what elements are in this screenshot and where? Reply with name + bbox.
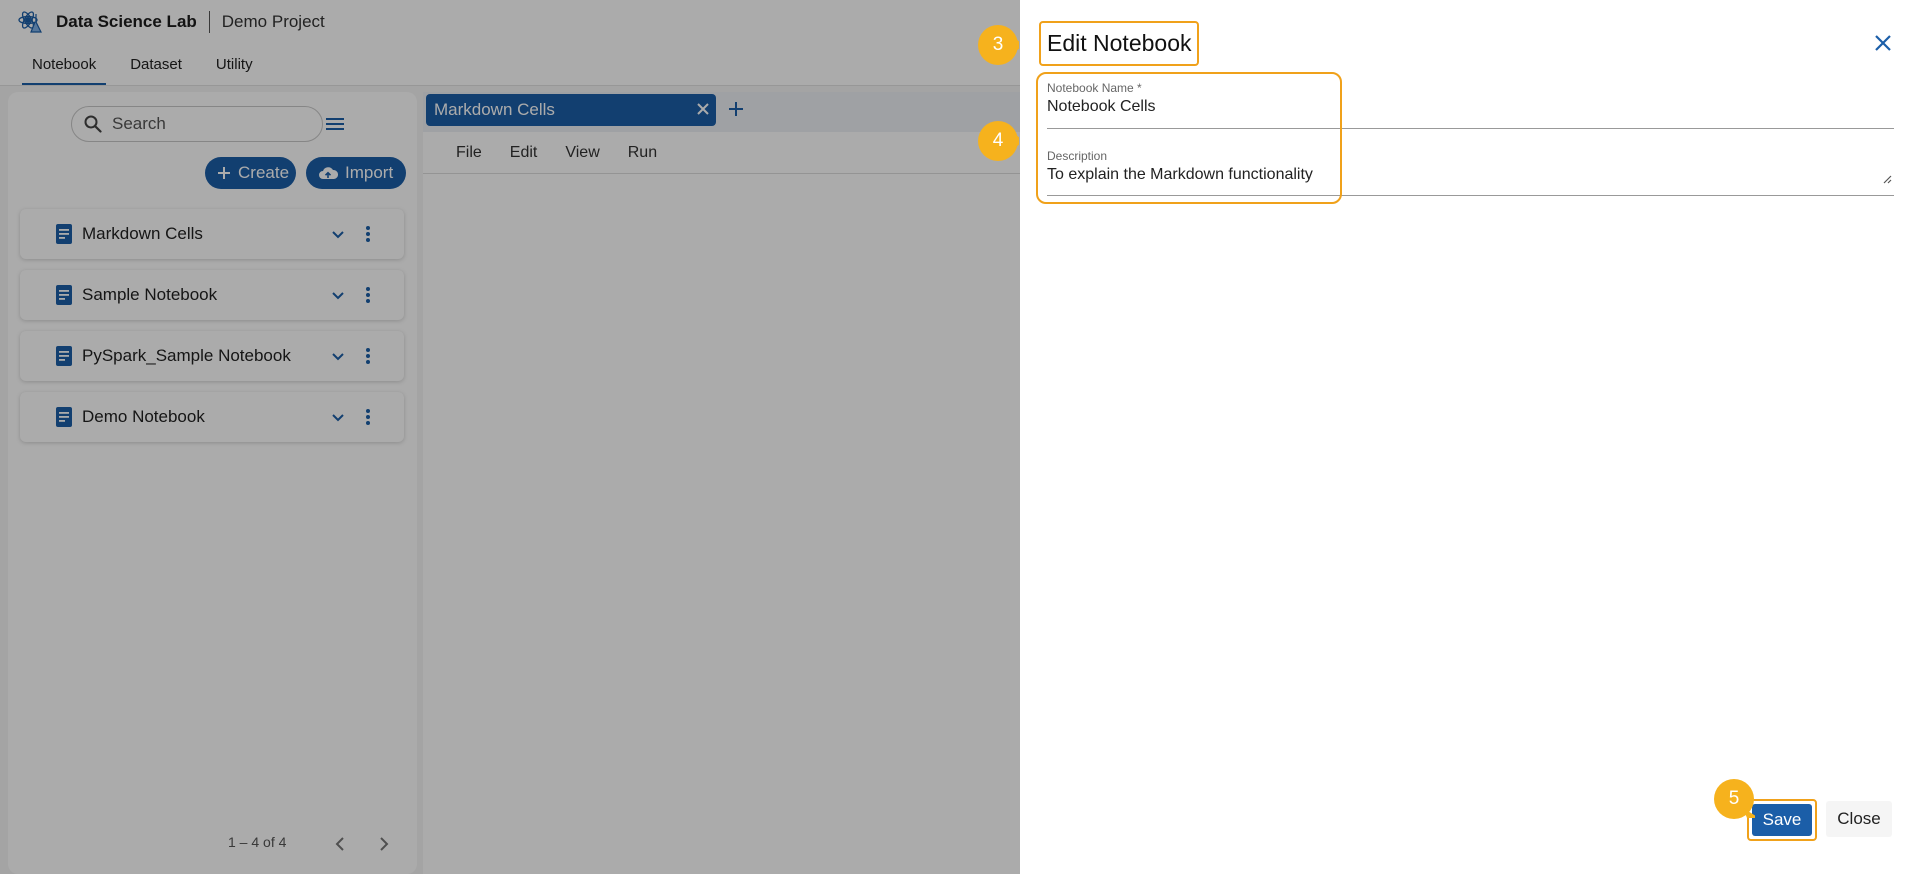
resize-grip-icon[interactable]	[1882, 174, 1892, 184]
highlight-save	[1747, 799, 1817, 841]
step-number: 4	[992, 130, 1004, 151]
step-number: 3	[992, 34, 1004, 55]
close-icon[interactable]	[1874, 34, 1892, 52]
step-badge: 5	[1713, 778, 1759, 820]
highlight-title	[1039, 21, 1199, 66]
close-button[interactable]: Close	[1826, 801, 1892, 837]
highlight-fields	[1036, 72, 1342, 204]
step-badge: 3	[977, 24, 1023, 66]
step-badge: 4	[977, 120, 1023, 162]
step-number: 5	[1728, 788, 1740, 809]
modal-backdrop[interactable]	[0, 0, 1020, 874]
